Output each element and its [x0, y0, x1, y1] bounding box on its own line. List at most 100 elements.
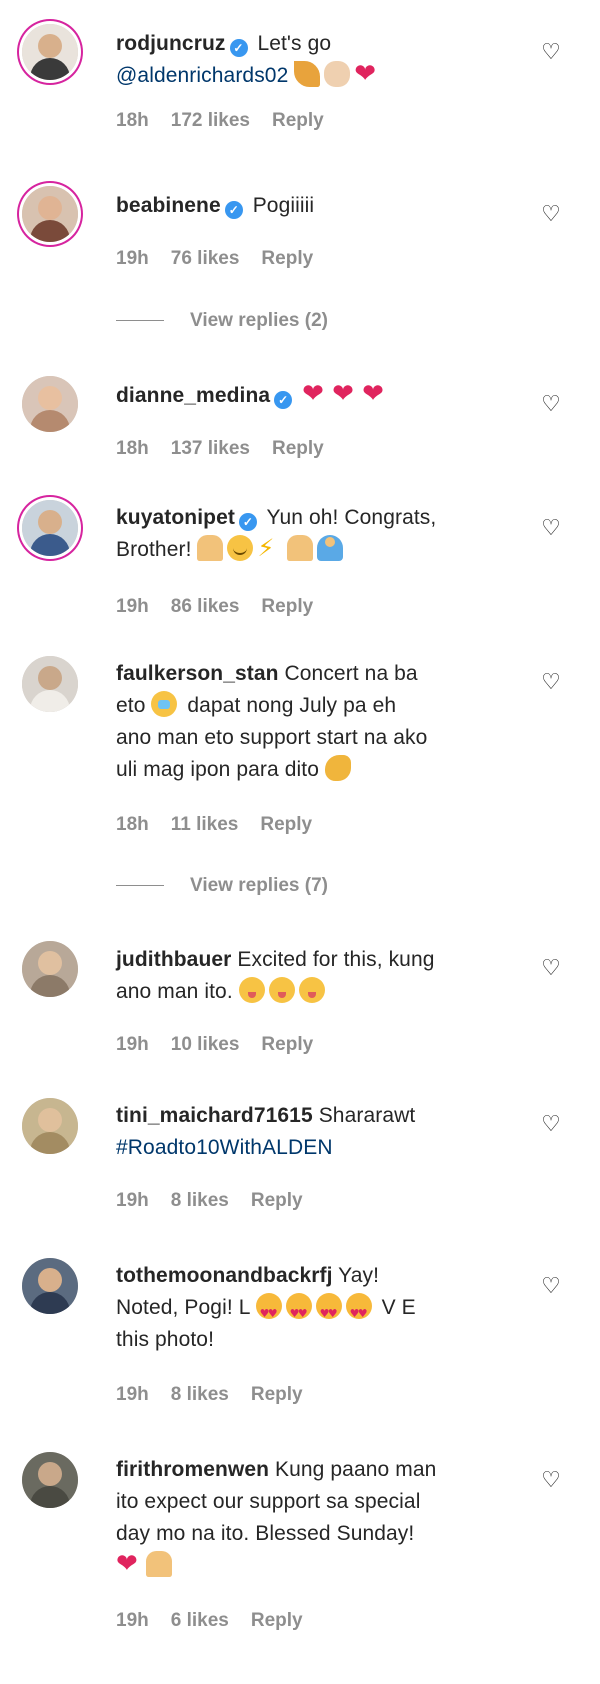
comment-text: tini_maichard71615 Shararawt #Roadto10Wi… — [116, 1100, 526, 1164]
username[interactable]: faulkerson_stan — [116, 662, 279, 685]
comment-text: kuyatonipet ✓ Yun oh! Congrats, Brother! — [116, 502, 526, 566]
flexed-biceps-icon — [324, 755, 351, 781]
verified-badge-icon: ✓ — [238, 513, 257, 531]
like-heart-icon[interactable]: ♡ — [540, 394, 562, 416]
like-count[interactable]: 137 likes — [171, 438, 250, 459]
comment-meta: 19h 86 likes Reply — [116, 596, 335, 618]
yum-face-icon — [238, 977, 265, 1003]
like-count[interactable]: 8 likes — [171, 1190, 229, 1211]
avatar[interactable] — [22, 500, 78, 556]
timestamp: 18h — [116, 110, 149, 131]
red-heart-icon — [362, 381, 388, 407]
reply-button[interactable]: Reply — [261, 596, 313, 617]
mention-link[interactable]: @aldenrichards02 — [116, 64, 288, 87]
comment-meta: 18h 11 likes Reply — [116, 814, 334, 836]
reply-button[interactable]: Reply — [251, 1190, 303, 1211]
comment-body: Let's go — [257, 32, 332, 55]
avatar[interactable] — [22, 1452, 78, 1508]
comment-meta: 18h 137 likes Reply — [116, 438, 346, 460]
timestamp: 19h — [116, 1190, 149, 1211]
reply-button[interactable]: Reply — [272, 110, 324, 131]
comment-text: judithbauer Excited for this, kung ano m… — [116, 944, 526, 1008]
raising-hands-icon — [197, 535, 224, 561]
reply-button[interactable]: Reply — [260, 814, 312, 835]
like-heart-icon[interactable]: ♡ — [540, 204, 562, 226]
like-count[interactable]: 10 likes — [171, 1034, 240, 1055]
comment-body: uli mag ipon para dito — [116, 758, 319, 781]
verified-badge-icon: ✓ — [224, 201, 243, 219]
anxious-face-icon — [151, 691, 178, 717]
comment-body: Pogiiiii — [252, 194, 315, 217]
username[interactable]: tothemoonandbackrfj — [116, 1264, 333, 1287]
avatar[interactable] — [22, 376, 78, 432]
like-heart-icon[interactable]: ♡ — [540, 1276, 562, 1298]
avatar[interactable] — [22, 24, 78, 80]
comment-meta: 19h 76 likes Reply — [116, 248, 335, 270]
comment-body: ito expect our support sa special — [116, 1490, 421, 1513]
yum-face-icon — [268, 977, 295, 1003]
comment-body: V E — [381, 1296, 416, 1319]
heart-eyes-icon — [315, 1293, 342, 1330]
person-bowing-icon — [317, 535, 344, 561]
comment-text: tothemoonandbackrfj Yay! Noted, Pogi! L … — [116, 1260, 526, 1356]
like-heart-icon[interactable]: ♡ — [540, 958, 562, 980]
clapping-hands-icon — [324, 61, 351, 87]
reply-button[interactable]: Reply — [251, 1384, 303, 1405]
avatar[interactable] — [22, 1258, 78, 1314]
comments-screen: { "comments": [ { "username": "rodjuncru… — [0, 0, 600, 1684]
avatar[interactable] — [22, 941, 78, 997]
view-replies-button[interactable]: View replies (2) — [116, 310, 328, 332]
timestamp: 19h — [116, 1034, 149, 1055]
reply-button[interactable]: Reply — [261, 248, 313, 269]
comment-body: Kung paano man — [275, 1458, 437, 1481]
username[interactable]: judithbauer — [116, 948, 231, 971]
hashtag-link[interactable]: #Roadto10WithALDEN — [116, 1136, 333, 1159]
timestamp: 19h — [116, 248, 149, 269]
comment-text: faulkerson_stan Concert na ba eto dapat … — [116, 658, 526, 786]
username[interactable]: kuyatonipet — [116, 506, 235, 529]
like-heart-icon[interactable]: ♡ — [540, 518, 562, 540]
username[interactable]: firithromenwen — [116, 1458, 269, 1481]
comment-meta: 19h 10 likes Reply — [116, 1034, 335, 1056]
divider-line — [116, 885, 164, 887]
username[interactable]: beabinene — [116, 194, 221, 217]
comment-meta: 19h 6 likes Reply — [116, 1610, 325, 1632]
comment-body: dapat nong July pa eh — [187, 694, 397, 717]
like-count[interactable]: 86 likes — [171, 596, 240, 617]
avatar[interactable] — [22, 656, 78, 712]
divider-line — [116, 320, 164, 322]
like-count[interactable]: 6 likes — [171, 1610, 229, 1631]
verified-badge-icon: ✓ — [229, 39, 248, 57]
like-count[interactable]: 76 likes — [171, 248, 240, 269]
view-replies-button[interactable]: View replies (7) — [116, 875, 328, 897]
like-count[interactable]: 8 likes — [171, 1384, 229, 1405]
like-heart-icon[interactable]: ♡ — [540, 1114, 562, 1136]
username[interactable]: rodjuncruz — [116, 32, 226, 55]
high-voltage-icon — [257, 535, 283, 561]
smiling-face-icon — [227, 535, 254, 561]
comment-meta: 19h 8 likes Reply — [116, 1190, 325, 1212]
comment-body: eto — [116, 694, 146, 717]
like-heart-icon[interactable]: ♡ — [540, 42, 562, 64]
comment-body: Excited for this, kung — [237, 948, 435, 971]
reply-button[interactable]: Reply — [251, 1610, 303, 1631]
like-count[interactable]: 11 likes — [171, 814, 239, 835]
comment-body: Concert na ba — [284, 662, 418, 685]
like-heart-icon[interactable]: ♡ — [540, 672, 562, 694]
username[interactable]: dianne_medina — [116, 384, 270, 407]
comment-text: firithromenwen Kung paano man ito expect… — [116, 1454, 526, 1582]
avatar[interactable] — [22, 186, 78, 242]
timestamp: 18h — [116, 814, 149, 835]
red-heart-icon — [116, 1551, 142, 1577]
comment-body: Shararawt — [318, 1104, 416, 1127]
comment-body: ano man ito. — [116, 980, 233, 1003]
reply-button[interactable]: Reply — [261, 1034, 313, 1055]
comment-text: rodjuncruz ✓ Let's go @aldenrichards02 — [116, 28, 526, 92]
reply-button[interactable]: Reply — [272, 438, 324, 459]
comment-body: ano man eto support start na ako — [116, 726, 428, 749]
like-count[interactable]: 172 likes — [171, 110, 250, 131]
timestamp: 18h — [116, 438, 149, 459]
avatar[interactable] — [22, 1098, 78, 1154]
like-heart-icon[interactable]: ♡ — [540, 1470, 562, 1492]
username[interactable]: tini_maichard71615 — [116, 1104, 313, 1127]
